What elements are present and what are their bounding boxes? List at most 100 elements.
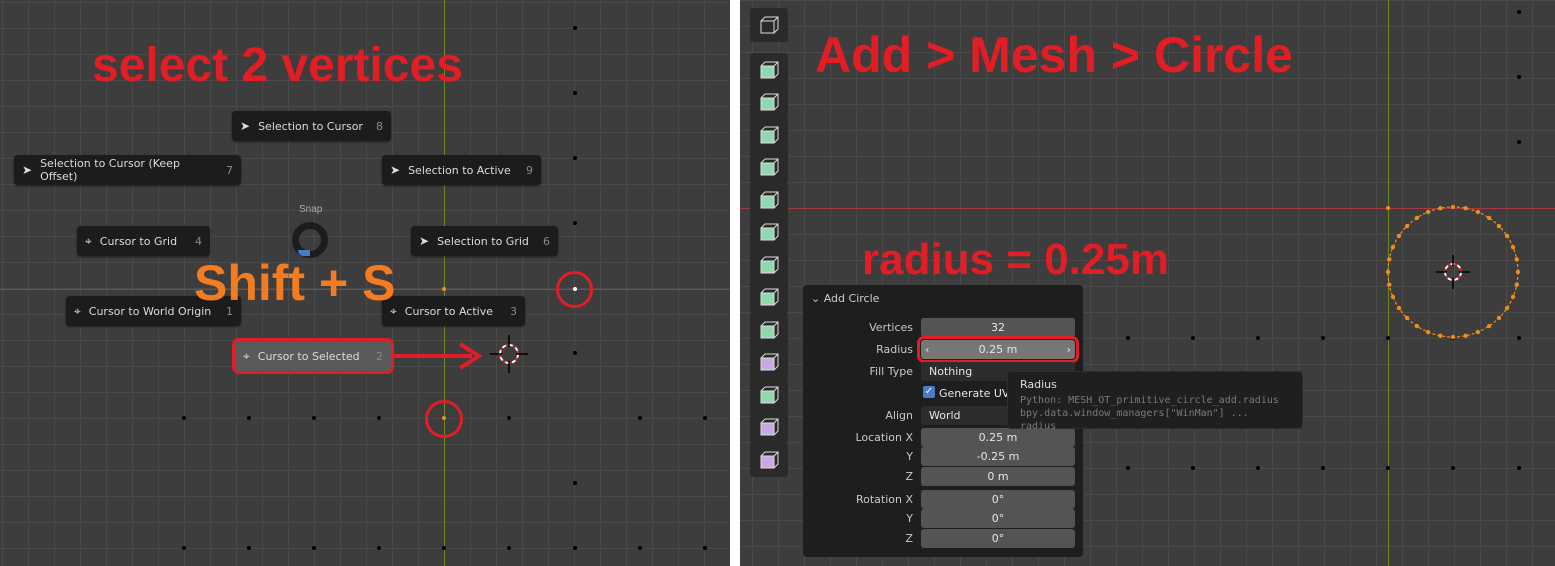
pie-item-shortcut: 9: [526, 163, 533, 177]
rotation-x-label: Rotation X: [855, 493, 913, 506]
3d-cursor-icon: [1436, 255, 1470, 289]
vertex[interactable]: [1256, 336, 1260, 340]
tool-poly-build[interactable]: [750, 247, 788, 282]
tool-edge-slide[interactable]: [750, 345, 788, 379]
annotation-title: Add > Mesh > Circle: [815, 27, 1293, 83]
tool-add-cube[interactable]: [750, 52, 788, 87]
tool-knife[interactable]: [750, 215, 788, 249]
vertices-field[interactable]: 32: [921, 318, 1075, 337]
tool-shear[interactable]: [750, 410, 788, 444]
pie-item-selection-to-cursor-keep-offset[interactable]: ➤ Selection to Cursor (Keep Offset) 7: [14, 155, 241, 185]
location-z-field[interactable]: 0 m: [921, 467, 1075, 486]
vertex[interactable]: [573, 481, 577, 485]
tool-smooth[interactable]: [750, 312, 788, 347]
vertex[interactable]: [312, 546, 316, 550]
vertex[interactable]: [247, 546, 251, 550]
radius-tooltip: Radius Python: MESH_OT_primitive_circle_…: [1007, 371, 1303, 432]
tool-inset[interactable]: [750, 117, 788, 152]
circle-vertex: [1390, 244, 1396, 250]
vertex[interactable]: [1451, 466, 1455, 470]
decrement-icon[interactable]: ‹: [925, 340, 929, 359]
circle-vertex: [1385, 269, 1391, 275]
vertex[interactable]: [573, 156, 577, 160]
circle-vertex: [1396, 233, 1402, 239]
increment-icon[interactable]: ›: [1067, 340, 1071, 359]
vertex[interactable]: [247, 416, 251, 420]
vertex[interactable]: [182, 546, 186, 550]
vertex[interactable]: [1321, 336, 1325, 340]
shrink-fatten-icon: [760, 386, 779, 403]
vertex[interactable]: [1517, 10, 1521, 14]
circle-vertex: [1486, 215, 1492, 221]
selected-vertex[interactable]: [573, 287, 577, 291]
vertex[interactable]: [1517, 466, 1521, 470]
shear-icon: [760, 418, 779, 436]
poly-build-icon: [760, 256, 779, 273]
vertex[interactable]: [1517, 140, 1521, 144]
location-y-field[interactable]: -0.25 m: [921, 447, 1075, 466]
vertex[interactable]: [573, 91, 577, 95]
circle-vertex: [1504, 305, 1510, 311]
rotation-y-field[interactable]: 0°: [921, 509, 1075, 528]
circle-vertex: [1387, 282, 1392, 287]
panel-header[interactable]: ⌄ Add Circle: [811, 292, 879, 305]
annotation-radius: radius = 0.25m: [862, 235, 1169, 284]
rotation-x-field[interactable]: 0°: [921, 490, 1075, 509]
vertex[interactable]: [1256, 466, 1260, 470]
tool-spin[interactable]: [750, 280, 788, 314]
pie-item-cursor-to-grid[interactable]: ⌖ Cursor to Grid 4: [77, 226, 210, 256]
vertex[interactable]: [1386, 466, 1390, 470]
selected-vertex[interactable]: [442, 416, 446, 420]
pie-item-cursor-to-selected[interactable]: ⌖ Cursor to Selected 2: [232, 338, 394, 374]
vertex[interactable]: [507, 416, 511, 420]
vertex[interactable]: [638, 416, 642, 420]
tool-rip[interactable]: [750, 442, 788, 477]
rotation-z-field[interactable]: 0°: [921, 529, 1075, 548]
tooltip-python-path: Python: MESH_OT_primitive_circle_add.rad…: [1020, 395, 1279, 406]
vertex[interactable]: [1321, 466, 1325, 470]
pie-item-selection-to-active[interactable]: ➤ Selection to Active 9: [382, 155, 541, 185]
vertex[interactable]: [442, 546, 446, 550]
cursor-arrow-icon: ➤: [22, 163, 33, 177]
3d-cursor-icon: ⌖: [243, 348, 250, 363]
pie-item-label: Cursor to Active: [404, 304, 493, 318]
circle-vertex: [1425, 329, 1431, 335]
vertex[interactable]: [573, 351, 577, 355]
tool-measure[interactable]: [750, 8, 788, 42]
vertex[interactable]: [573, 221, 577, 225]
pie-item-selection-to-cursor[interactable]: ➤ Selection to Cursor 8: [232, 111, 391, 141]
vertex[interactable]: [182, 416, 186, 420]
vertex[interactable]: [573, 26, 577, 30]
pie-item-label: Cursor to Selected: [257, 349, 360, 363]
vertex[interactable]: [703, 546, 707, 550]
circle-vertex: [1514, 282, 1519, 287]
measure-icon: [760, 16, 779, 34]
tool-loop-cut[interactable]: [750, 182, 788, 217]
vertex[interactable]: [312, 416, 316, 420]
pie-item-shortcut: 8: [376, 119, 383, 133]
vertex[interactable]: [573, 546, 577, 550]
tool-extrude[interactable]: [750, 85, 788, 119]
generate-uvs-checkbox[interactable]: ✓: [923, 386, 935, 398]
circle-vertex: [1438, 333, 1443, 338]
vertex[interactable]: [1126, 466, 1130, 470]
vertex[interactable]: [377, 546, 381, 550]
generate-uvs-label: Generate UVs: [939, 387, 1016, 400]
vertex[interactable]: [1191, 466, 1195, 470]
fill-type-label: Fill Type: [869, 365, 913, 378]
smooth-icon: [760, 321, 779, 338]
tool-shrink-fatten[interactable]: [750, 377, 788, 412]
pie-item-selection-to-grid[interactable]: ➤ Selection to Grid 6: [411, 226, 558, 256]
radius-field[interactable]: ‹ 0.25 m ›: [917, 336, 1079, 363]
vertex[interactable]: [638, 546, 642, 550]
vertex[interactable]: [1191, 336, 1195, 340]
spin-icon: [760, 288, 779, 306]
align-label: Align: [885, 409, 913, 422]
tool-bevel[interactable]: [750, 150, 788, 184]
vertex[interactable]: [703, 416, 707, 420]
pie-item-cursor-to-active[interactable]: ⌖ Cursor to Active 3: [382, 296, 525, 326]
vertex[interactable]: [1126, 336, 1130, 340]
vertex[interactable]: [377, 416, 381, 420]
vertex[interactable]: [1517, 75, 1521, 79]
vertex[interactable]: [507, 546, 511, 550]
